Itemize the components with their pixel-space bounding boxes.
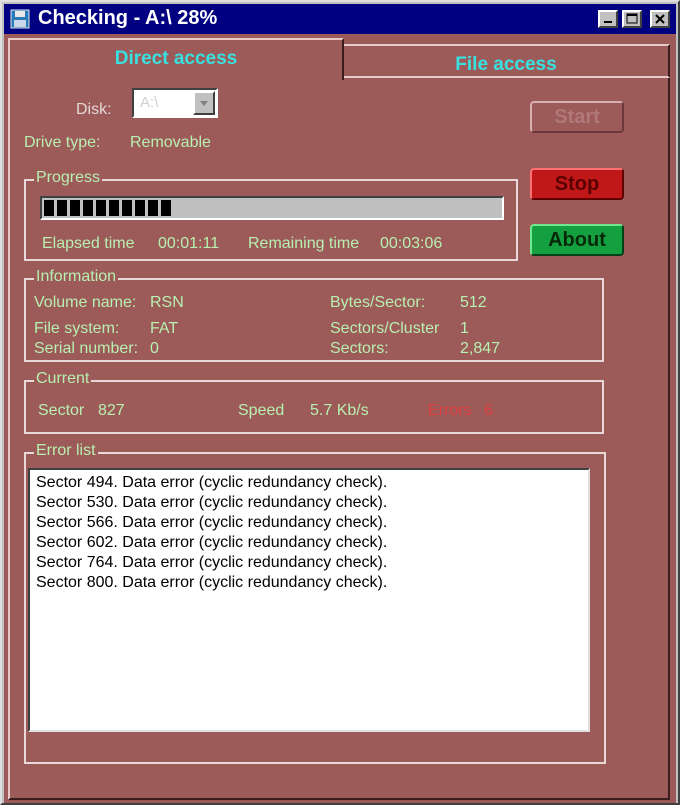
- remaining-time-value: 00:03:06: [380, 235, 443, 252]
- stop-button[interactable]: Stop: [530, 168, 624, 200]
- disk-dropdown-button[interactable]: [193, 91, 215, 115]
- speed-value: 5.7 Kb/s: [310, 402, 369, 419]
- checking-window: Checking - A:\ 28% File access Direct ac…: [0, 0, 680, 805]
- serial-number-label: Serial number:: [34, 340, 139, 357]
- list-item[interactable]: Sector 800. Data error (cyclic redundanc…: [36, 573, 582, 593]
- progress-bar: [40, 196, 504, 220]
- tab-direct-access[interactable]: Direct access: [8, 38, 344, 80]
- list-item[interactable]: Sector 602. Data error (cyclic redundanc…: [36, 533, 582, 553]
- errors-value: 6: [484, 402, 493, 419]
- speed-label: Speed: [238, 402, 285, 419]
- list-item[interactable]: Sector 764. Data error (cyclic redundanc…: [36, 553, 582, 573]
- about-button[interactable]: About: [530, 224, 624, 256]
- information-group: Information Volume name: RSN File system…: [24, 268, 604, 362]
- sector-value: 827: [98, 402, 125, 419]
- maximize-button[interactable]: [622, 10, 642, 28]
- sector-label: Sector: [38, 402, 85, 419]
- disk-select[interactable]: A:\: [132, 88, 218, 118]
- remaining-time-label: Remaining time: [248, 235, 360, 252]
- tab-file-access[interactable]: File access: [342, 44, 670, 78]
- chevron-down-icon: [200, 101, 208, 106]
- progress-segment: [135, 200, 145, 216]
- list-item[interactable]: Sector 566. Data error (cyclic redundanc…: [36, 513, 582, 533]
- sectors-label: Sectors:: [330, 340, 389, 357]
- current-legend: Current: [34, 370, 92, 388]
- file-system-label: File system:: [34, 320, 120, 337]
- disk-select-value: A:\: [140, 94, 159, 111]
- sectors-per-cluster-label: Sectors/Cluster: [330, 320, 440, 337]
- progress-segment: [70, 200, 80, 216]
- sectors-value: 2,847: [460, 340, 501, 357]
- progress-group: Progress Elapsed time 00:01:11 Remaining…: [24, 169, 518, 261]
- error-list-box[interactable]: Sector 494. Data error (cyclic redundanc…: [28, 468, 590, 732]
- progress-segment: [109, 200, 119, 216]
- bytes-per-sector-label: Bytes/Sector:: [330, 294, 426, 311]
- drive-type-value: Removable: [130, 134, 211, 151]
- information-legend: Information: [34, 268, 119, 286]
- progress-segment: [148, 200, 158, 216]
- serial-number-value: 0: [150, 340, 159, 357]
- elapsed-time-value: 00:01:11: [158, 235, 220, 252]
- current-group: Current Sector 827 Speed 5.7 Kb/s Errors…: [24, 370, 604, 434]
- errors-label: Errors: [428, 402, 472, 419]
- title-bar[interactable]: Checking - A:\ 28%: [4, 4, 676, 34]
- progress-segment: [83, 200, 93, 216]
- list-item[interactable]: Sector 494. Data error (cyclic redundanc…: [36, 473, 582, 493]
- minimize-icon: [604, 21, 612, 23]
- progress-segment: [161, 200, 171, 216]
- progress-segment: [96, 200, 106, 216]
- disk-label: Disk:: [76, 101, 112, 118]
- dialog-client-area: File access Direct access Disk: A:\ Driv…: [4, 34, 676, 803]
- progress-segment: [44, 200, 54, 216]
- progress-legend: Progress: [34, 169, 103, 187]
- file-system-value: FAT: [150, 320, 179, 337]
- bytes-per-sector-value: 512: [460, 294, 487, 311]
- list-item[interactable]: Sector 530. Data error (cyclic redundanc…: [36, 493, 582, 513]
- progress-segment: [57, 200, 67, 216]
- close-icon: [655, 14, 665, 24]
- error-list-legend: Error list: [34, 442, 98, 460]
- elapsed-time-label: Elapsed time: [42, 235, 135, 252]
- volume-name-label: Volume name:: [34, 294, 137, 311]
- start-button[interactable]: Start: [530, 101, 624, 133]
- error-list-group: Error list Sector 494. Data error (cycli…: [24, 442, 606, 764]
- close-button[interactable]: [650, 10, 670, 28]
- minimize-button[interactable]: [598, 10, 618, 28]
- floppy-disk-icon: [10, 9, 30, 29]
- drive-type-label: Drive type:: [24, 134, 101, 151]
- sectors-per-cluster-value: 1: [460, 320, 469, 337]
- progress-segment: [122, 200, 132, 216]
- volume-name-value: RSN: [150, 294, 184, 311]
- maximize-icon: [626, 13, 638, 24]
- window-title: Checking - A:\ 28%: [38, 7, 218, 29]
